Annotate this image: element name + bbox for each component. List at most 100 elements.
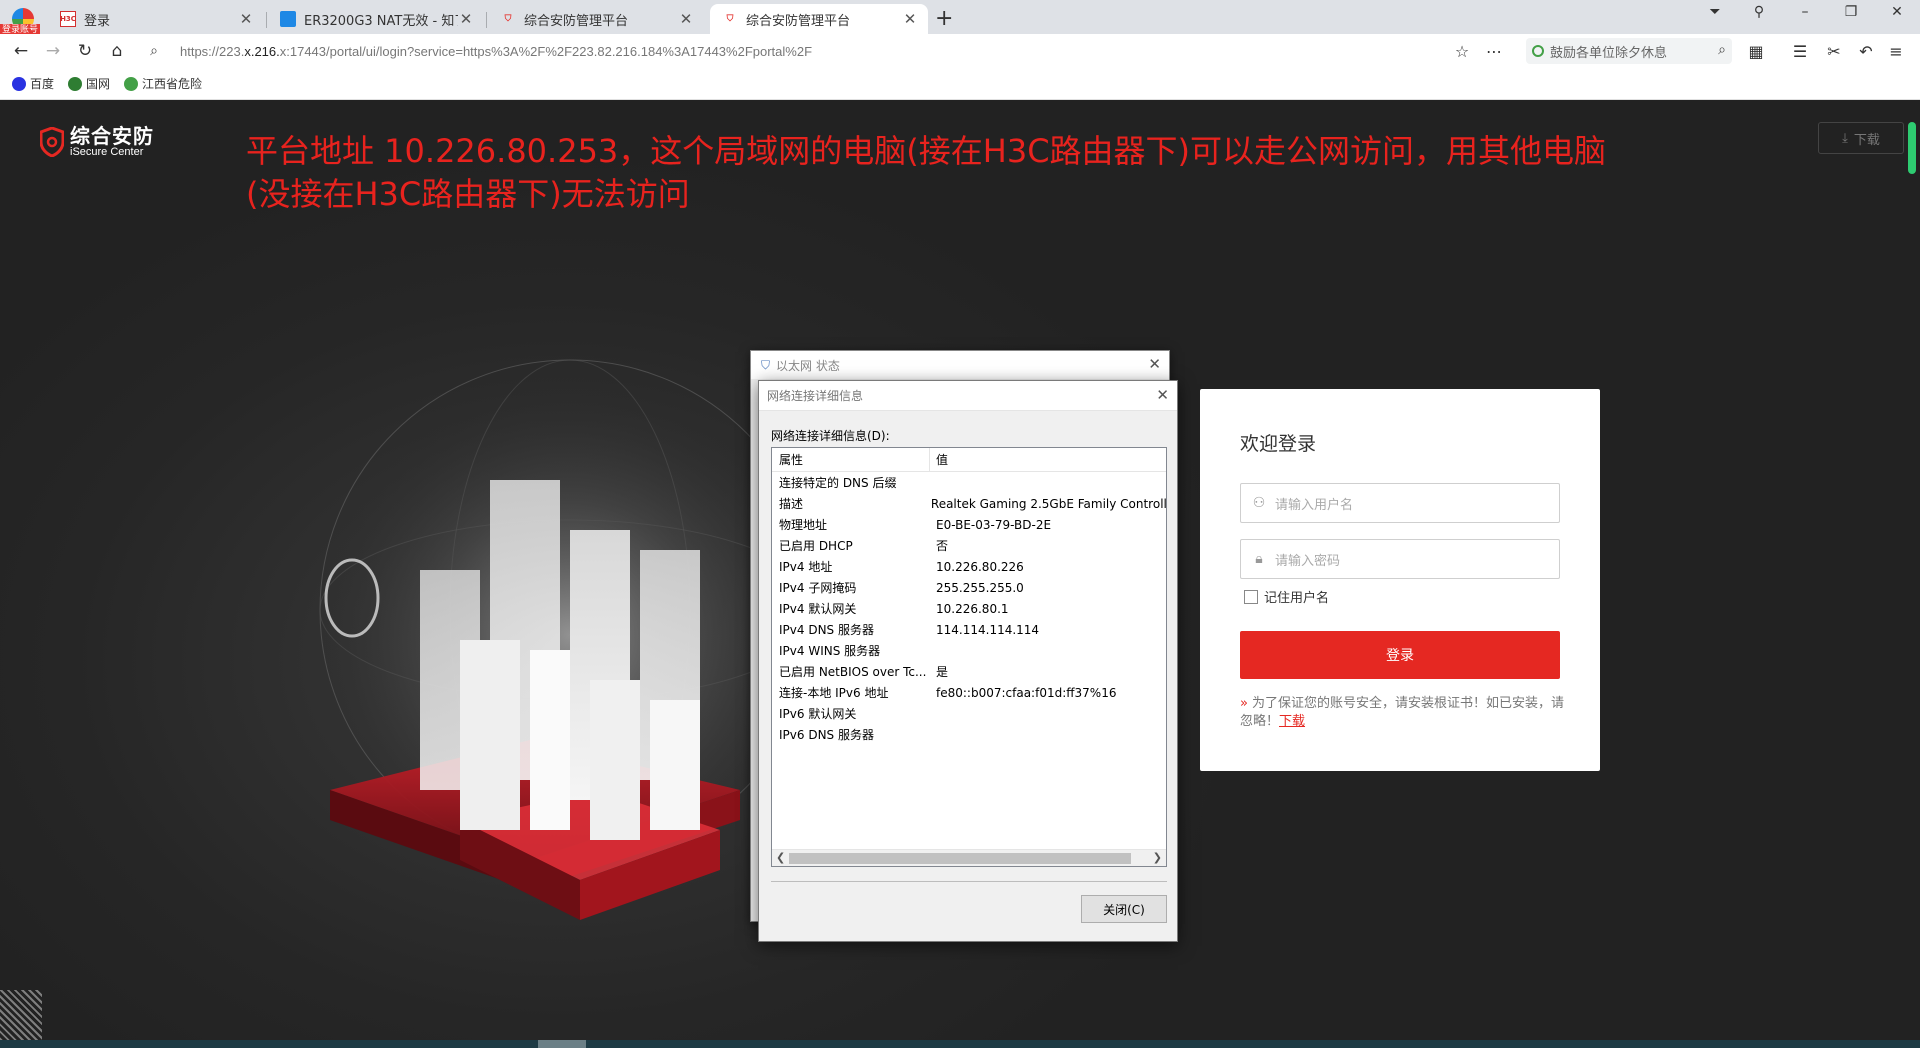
tab-login[interactable]: H3C 登录 ✕ — [48, 4, 264, 34]
forward-icon[interactable]: → — [42, 40, 64, 62]
tab-divider — [486, 12, 487, 28]
shield-icon: ⛉ — [504, 14, 512, 24]
list-header: 属性 值 — [772, 448, 1166, 472]
column-header-property[interactable]: 属性 — [772, 448, 930, 472]
close-icon[interactable]: ✕ — [458, 10, 474, 28]
username-input[interactable]: ⚇ 请输入用户名 — [1240, 483, 1560, 523]
list-item[interactable]: IPv4 子网掩码 255.255.255.0 — [772, 577, 1166, 598]
bookmark-label: 江西省危险 — [142, 77, 203, 91]
tab-title: 登录 — [84, 13, 111, 29]
user-icon: ⚇ — [1252, 495, 1266, 511]
taskbar-active-item[interactable] — [538, 1040, 586, 1048]
brand-subtitle: iSecure Center — [70, 146, 144, 158]
site-icon — [124, 76, 139, 91]
certificate-download-link[interactable]: 下载 — [1279, 714, 1305, 729]
tab-security-platform-active[interactable]: ⛉ 综合安防管理平台 ✕ — [710, 4, 928, 34]
tab-title: 综合安防管理平台 — [746, 13, 851, 29]
remember-label: 记住用户名 — [1264, 591, 1330, 606]
scrollbar-thumb[interactable] — [1908, 122, 1916, 174]
double-arrow-icon: » — [1240, 696, 1248, 711]
list-item[interactable]: 连接特定的 DNS 后缀 — [772, 472, 1166, 493]
star-icon[interactable]: ☆ — [1452, 42, 1472, 61]
list-item[interactable]: 连接-本地 IPv6 地址 fe80::b007:cfaa:f01d:ff37%1… — [772, 682, 1166, 703]
restore-icon[interactable]: ❐ — [1834, 4, 1868, 20]
menu-icon[interactable]: ≡ — [1886, 42, 1906, 61]
apps-grid-icon[interactable]: ▦ — [1746, 42, 1766, 61]
column-header-value[interactable]: 值 — [930, 451, 948, 468]
divider — [771, 881, 1167, 882]
scroll-right-icon[interactable]: ❯ — [1153, 851, 1162, 864]
address-bar[interactable]: ⌕ https://223.x.216.x:17443/portal/ui/lo… — [144, 38, 1490, 64]
download-label: 下载 — [1853, 132, 1880, 148]
bookmark-jiangxi[interactable]: 江西省危险 — [124, 75, 202, 92]
reload-icon[interactable]: ↻ — [74, 40, 96, 62]
scrollbar-thumb[interactable] — [789, 853, 1131, 864]
search-engine-icon — [1532, 45, 1544, 57]
list-item[interactable]: 已启用 NetBIOS over Tc... 是 — [772, 661, 1166, 682]
brand-name: 综合安防 — [70, 124, 154, 148]
remember-username[interactable]: 记住用户名 — [1244, 587, 1329, 606]
details-label: 网络连接详细信息(D): — [771, 429, 890, 443]
property-cell: IPv6 DNS 服务器 — [779, 728, 874, 742]
annotation-text: 平台地址 10.226.80.253，这个局域网的电脑(接在H3C路由器下)可以… — [246, 132, 1607, 213]
bookmarks-bar: 百度 国网 江西省危险 — [0, 68, 1920, 100]
list-item[interactable]: 物理地址 E0-BE-03-79-BD-2E — [772, 514, 1166, 535]
property-cell: 物理地址 — [779, 518, 828, 532]
list-item[interactable]: 已启用 DHCP 否 — [772, 535, 1166, 556]
favorites-icon[interactable]: ☰ — [1790, 42, 1810, 61]
undo-icon[interactable]: ↶ — [1856, 42, 1876, 61]
list-item[interactable]: IPv4 默认网关 10.226.80.1 — [772, 598, 1166, 619]
search-box[interactable]: 鼓励各单位除夕休息 ⌕ — [1526, 38, 1732, 64]
tab-divider — [266, 12, 267, 28]
property-cell: IPv4 WINS 服务器 — [779, 644, 881, 658]
scroll-left-icon[interactable]: ❮ — [776, 851, 785, 864]
details-list[interactable]: 属性 值 连接特定的 DNS 后缀描述 Realtek Gaming 2.5GbE… — [771, 447, 1167, 867]
tab-title: 综合安防管理平台 — [524, 13, 629, 29]
back-icon[interactable]: ← — [10, 40, 32, 62]
password-input[interactable]: 🔒︎ 请输入密码 — [1240, 539, 1560, 579]
new-tab-icon[interactable]: + — [935, 6, 953, 31]
property-cell: 连接-本地 IPv6 地址 — [779, 686, 889, 700]
value-cell: 10.226.80.226 — [936, 559, 1024, 574]
close-icon[interactable]: ✕ — [1156, 386, 1169, 404]
browser-logo[interactable]: 登录账号 — [0, 2, 48, 36]
list-item[interactable]: 描述 Realtek Gaming 2.5GbE Family Controlle — [772, 493, 1166, 514]
connection-details-dialog: 网络连接详细信息 ✕ 网络连接详细信息(D): 属性 值 连接特定的 DNS 后… — [758, 380, 1178, 942]
property-cell: IPv4 默认网关 — [779, 602, 857, 616]
list-item[interactable]: IPv6 DNS 服务器 — [772, 724, 1166, 745]
download-button[interactable]: ⤓ 下载 — [1818, 122, 1904, 154]
close-icon[interactable]: ✕ — [238, 10, 254, 28]
list-item[interactable]: IPv4 地址 10.226.80.226 — [772, 556, 1166, 577]
url-text: https://223.x.216.x:17443/portal/ui/logi… — [180, 43, 813, 59]
more-icon[interactable]: ⋯ — [1484, 42, 1504, 61]
close-icon[interactable]: ✕ — [902, 10, 918, 28]
home-icon[interactable]: ⌂ — [106, 40, 128, 62]
list-item[interactable]: IPv4 WINS 服务器 — [772, 640, 1166, 661]
tab-menu-icon[interactable]: ⏷ — [1698, 4, 1732, 20]
close-icon[interactable]: ✕ — [1148, 355, 1161, 373]
bookmark-guowang[interactable]: 国网 — [68, 75, 110, 92]
close-icon[interactable]: ✕ — [678, 10, 694, 28]
value-cell: 10.226.80.1 — [936, 601, 1009, 616]
remember-checkbox[interactable] — [1244, 589, 1258, 604]
horizontal-scrollbar[interactable]: ❮ ❯ — [772, 849, 1166, 866]
list-rows: 连接特定的 DNS 后缀描述 Realtek Gaming 2.5GbE Fami… — [772, 472, 1166, 745]
search-icon[interactable]: ⌕ — [1718, 42, 1726, 58]
value-cell: Realtek Gaming 2.5GbE Family Controlle — [930, 496, 1166, 511]
close-button[interactable]: 关闭(C) — [1081, 895, 1167, 923]
close-window-icon[interactable]: ✕ — [1880, 4, 1914, 20]
list-item[interactable]: IPv6 默认网关 — [772, 703, 1166, 724]
certificate-notice: » 为了保证您的账号安全，请安装根证书！如已安装，请忽略！下载 — [1240, 695, 1570, 731]
scissors-icon[interactable]: ✂ — [1824, 42, 1844, 61]
minimize-icon[interactable]: – — [1788, 4, 1822, 20]
property-cell: IPv4 DNS 服务器 — [779, 623, 874, 637]
shirt-icon[interactable]: ⚲ — [1742, 4, 1776, 20]
tab-security-platform[interactable]: ⛉ 综合安防管理平台 ✕ — [488, 4, 704, 34]
list-item[interactable]: IPv4 DNS 服务器 114.114.114.114 — [772, 619, 1166, 640]
login-button[interactable]: 登录 — [1240, 631, 1560, 679]
bookmark-baidu[interactable]: 百度 — [12, 75, 54, 92]
value-cell: E0-BE-03-79-BD-2E — [936, 517, 1052, 532]
search-box-text: 鼓励各单位除夕休息 — [1550, 45, 1668, 61]
property-cell: 连接特定的 DNS 后缀 — [779, 476, 897, 490]
tab-zhiliao[interactable]: ER3200G3 NAT无效 - 知了社 ✕ — [268, 4, 484, 34]
